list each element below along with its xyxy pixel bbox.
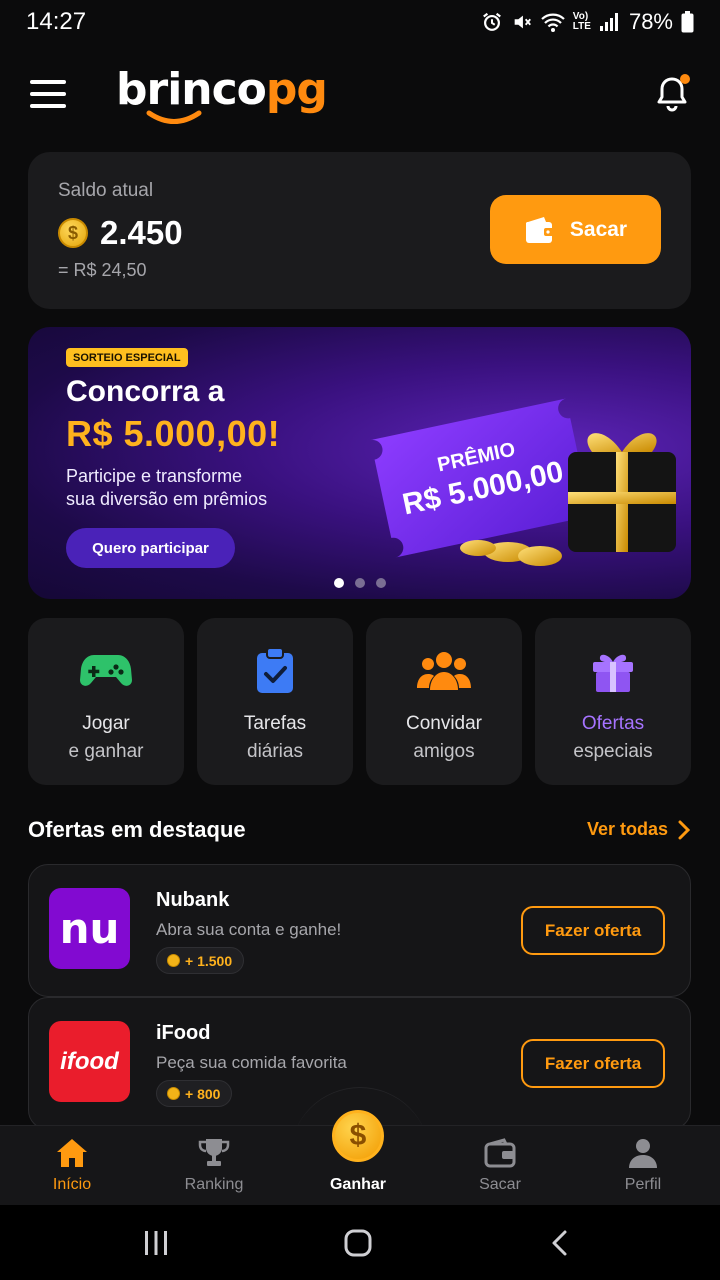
alarm-icon (481, 10, 503, 34)
see-all-link[interactable]: Ver todas (587, 819, 690, 840)
recent-apps-icon[interactable] (136, 1225, 176, 1261)
offer-name: Nubank (156, 889, 230, 911)
hamburger-menu-icon[interactable] (30, 80, 66, 108)
action-daily-tasks[interactable]: Tarefas diárias (197, 618, 353, 785)
balance-brl: = R$ 24,50 (58, 260, 147, 280)
wifi-icon (541, 10, 565, 34)
nubank-logo: nu (49, 888, 130, 969)
offer-description: Abra sua conta e ganhe! (156, 920, 342, 939)
prize-ticket-illustration: PRÊMIO R$ 5.000,00 (370, 398, 676, 566)
system-nav-bar (0, 1205, 720, 1280)
withdraw-label: Sacar (569, 217, 628, 241)
app-header: brincopg (0, 60, 720, 130)
reward-badge: + 800 (156, 1080, 233, 1107)
status-icons: Vo) LTE 78% (481, 9, 694, 35)
logo-smile-icon (146, 110, 202, 124)
participate-button[interactable]: Quero participar (66, 528, 235, 568)
offer-card-nubank[interactable]: nu Nubank Abra sua conta e ganhe! + 1.50… (28, 864, 691, 997)
withdraw-button[interactable]: Sacar (490, 195, 661, 264)
offer-name: iFood (156, 1022, 211, 1044)
gift-icon (585, 646, 641, 696)
wallet-icon (525, 216, 554, 243)
coin-icon (167, 1087, 180, 1100)
battery-percent: 78% (628, 9, 673, 34)
chevron-right-icon (678, 820, 690, 839)
featured-offers-title: Ofertas em destaque (28, 817, 246, 842)
carousel-dot[interactable] (354, 578, 365, 588)
status-bar: 14:27 Vo) LTE 78% (0, 0, 720, 44)
balance-value: 2.450 (100, 214, 183, 251)
notification-bell-icon[interactable] (654, 74, 690, 112)
user-icon (626, 1136, 660, 1170)
action-label: Jogar e ganhar (68, 713, 144, 762)
balance-row: $ 2.450 (58, 214, 183, 252)
carousel-dot[interactable] (333, 578, 344, 588)
nav-withdraw[interactable]: Sacar (428, 1126, 572, 1206)
app-logo: brincopg (116, 64, 328, 115)
carousel-dot[interactable] (375, 578, 386, 588)
nav-home[interactable]: Início (0, 1126, 144, 1206)
home-icon (55, 1136, 89, 1170)
dollar-coin-icon[interactable]: $ (332, 1110, 384, 1162)
trophy-icon (197, 1136, 231, 1170)
gamepad-icon (78, 646, 134, 696)
banner-amount: R$ 5.000,00! (66, 413, 281, 454)
action-invite-friends[interactable]: Convidar amigos (366, 618, 522, 785)
coin-icon: $ (58, 218, 88, 248)
signal-icon (599, 10, 621, 34)
battery-icon (681, 10, 694, 34)
nav-ranking[interactable]: Ranking (142, 1126, 286, 1206)
action-label: Tarefas diárias (243, 713, 307, 762)
notification-dot (680, 74, 690, 84)
status-time: 14:27 (26, 8, 87, 35)
back-icon[interactable] (540, 1225, 580, 1261)
promo-banner[interactable]: SORTEIO ESPECIAL Concorra a R$ 5.000,00!… (28, 327, 691, 599)
reward-badge: + 1.500 (156, 947, 245, 974)
action-play-and-earn[interactable]: Jogar e ganhar (28, 618, 184, 785)
banner-subtitle: Participe e transforme sua diversão em p… (66, 466, 268, 509)
nav-profile[interactable]: Perfil (571, 1126, 715, 1206)
carousel-dots (28, 578, 691, 588)
ifood-logo: ifood (49, 1021, 130, 1102)
action-label: Ofertas especiais (573, 713, 653, 762)
volte-icon: Vo) LTE (572, 11, 591, 32)
balance-label: Saldo atual (58, 180, 154, 201)
action-special-offers[interactable]: Ofertas especiais (535, 618, 691, 785)
mute-icon (511, 10, 533, 34)
make-offer-button[interactable]: Fazer oferta (521, 1039, 665, 1088)
users-icon (416, 646, 472, 696)
coin-icon (167, 954, 180, 967)
wallet-icon (483, 1136, 517, 1170)
banner-title: Concorra a (66, 375, 225, 408)
quick-actions: Jogar e ganhar Tarefas diárias Convidar … (28, 618, 691, 785)
make-offer-button[interactable]: Fazer oferta (521, 906, 665, 955)
action-label: Convidar amigos (405, 713, 483, 762)
banner-tag: SORTEIO ESPECIAL (66, 348, 188, 367)
clipboard-check-icon (247, 646, 303, 696)
balance-card: Saldo atual $ 2.450 = R$ 24,50 Sacar (28, 152, 691, 309)
offer-description: Peça sua comida favorita (156, 1053, 347, 1072)
home-system-icon[interactable] (338, 1225, 378, 1261)
